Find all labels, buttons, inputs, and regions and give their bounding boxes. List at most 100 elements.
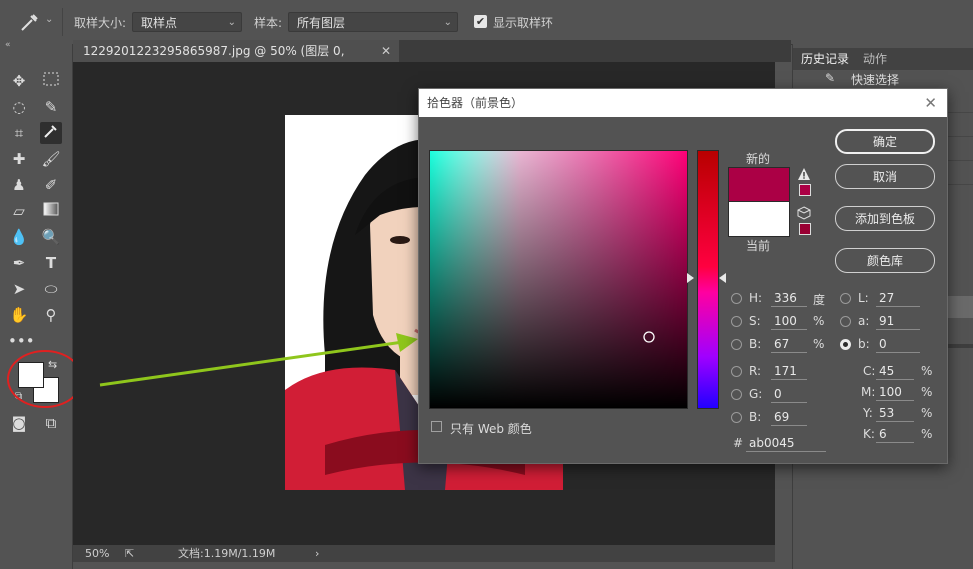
g-field[interactable]: 0 xyxy=(771,386,807,403)
options-bar: ⌄ 取样大小: 取样点 ⌄ 样本: 所有图层 ⌄ ✔ 显示取样环 xyxy=(0,0,973,45)
h-label: H: xyxy=(749,291,763,305)
chevron-right-icon[interactable]: › xyxy=(315,545,319,562)
status-bar: 50% ⇱ 文档:1.19M/1.19M › xyxy=(73,545,775,562)
y-label: Y: xyxy=(863,406,873,420)
g-label: G: xyxy=(749,387,763,401)
a-field[interactable]: 91 xyxy=(876,313,920,330)
document-tab-bar: 1229201223295865987.jpg @ 50% (图层 0, RGB… xyxy=(73,40,791,80)
g-radio[interactable] xyxy=(731,389,742,400)
brightness-radio[interactable] xyxy=(731,339,742,350)
gamut-color-swatch[interactable] xyxy=(799,184,811,196)
s-radio[interactable] xyxy=(731,316,742,327)
history-item[interactable]: ✎ 快速选择 xyxy=(793,70,973,88)
y-field[interactable]: 53 xyxy=(876,405,914,422)
gradient-tool-icon[interactable] xyxy=(40,200,62,222)
k-label: K: xyxy=(863,427,875,441)
quick-mask-icon[interactable]: ◙ xyxy=(8,412,30,434)
sample-label: 样本: xyxy=(254,16,283,30)
close-icon[interactable]: ✕ xyxy=(924,89,937,117)
a-radio[interactable] xyxy=(840,316,851,327)
current-color-swatch[interactable] xyxy=(728,201,790,237)
new-color-label: 新的 xyxy=(746,152,771,166)
close-icon[interactable]: ✕ xyxy=(381,40,391,62)
l-field[interactable]: 27 xyxy=(876,290,920,307)
h-field[interactable]: 336 xyxy=(771,290,807,307)
s-field[interactable]: 100 xyxy=(771,313,807,330)
quick-select-tool-icon[interactable]: ✎ xyxy=(40,96,62,118)
k-field[interactable]: 6 xyxy=(876,426,914,443)
stamp-tool-icon[interactable]: ♟ xyxy=(8,174,30,196)
web-color-swatch[interactable] xyxy=(799,223,811,235)
chevron-down-icon: ⌄ xyxy=(443,17,452,28)
blur-tool-icon[interactable]: 💧 xyxy=(8,226,30,248)
web-only-checkbox[interactable] xyxy=(431,421,442,432)
lab-b-radio[interactable] xyxy=(840,339,851,350)
a-label: a: xyxy=(858,314,870,328)
current-color-label: 当前 xyxy=(746,239,771,253)
eraser-tool-icon[interactable]: ▱ xyxy=(8,200,30,222)
brightness-label: B: xyxy=(749,337,762,351)
ellipse-tool-icon[interactable]: ⬭ xyxy=(40,278,62,300)
chevron-down-icon[interactable]: ⌄ xyxy=(45,14,53,25)
c-label: C: xyxy=(863,364,876,378)
chevron-down-icon: ⌄ xyxy=(227,17,236,28)
l-radio[interactable] xyxy=(840,293,851,304)
zoom-level[interactable]: 50% xyxy=(85,545,109,562)
lab-b-label: b: xyxy=(858,337,870,351)
color-libraries-button[interactable]: 颜色库 xyxy=(835,248,935,273)
brightness-unit: % xyxy=(813,337,825,351)
sample-size-dropdown[interactable]: 取样点 ⌄ xyxy=(132,12,242,32)
blue-field[interactable]: 69 xyxy=(771,409,807,426)
history-brush-tool-icon[interactable]: ✐ xyxy=(40,174,62,196)
hue-slider-handle-right[interactable] xyxy=(719,273,726,283)
c-field[interactable]: 45 xyxy=(876,363,914,380)
hex-field[interactable]: ab0045 xyxy=(746,435,826,452)
color-field[interactable] xyxy=(429,150,688,409)
y-unit: % xyxy=(921,406,933,420)
hand-tool-icon[interactable]: ✋ xyxy=(8,304,30,326)
lab-b-field[interactable]: 0 xyxy=(876,336,920,353)
hue-slider-handle-left[interactable] xyxy=(687,273,694,283)
move-tool-icon[interactable]: ✥ xyxy=(8,70,30,92)
lasso-tool-icon[interactable]: ◌ xyxy=(8,96,30,118)
more-tools-icon[interactable]: ••• xyxy=(8,330,35,352)
web-only-label: 只有 Web 颜色 xyxy=(450,422,532,436)
crop-tool-icon[interactable]: ⌗ xyxy=(8,122,30,144)
marquee-tool-icon[interactable] xyxy=(40,70,62,92)
dodge-tool-icon[interactable]: 🔍 xyxy=(40,226,62,248)
type-tool-icon[interactable]: T xyxy=(40,252,62,274)
cube-icon[interactable] xyxy=(797,206,811,220)
pen-tool-icon[interactable]: ✒ xyxy=(8,252,30,274)
document-tab[interactable]: 1229201223295865987.jpg @ 50% (图层 0, RGB… xyxy=(73,40,399,80)
path-select-tool-icon[interactable]: ➤ xyxy=(8,278,30,300)
add-to-swatches-button[interactable]: 添加到色板 xyxy=(835,206,935,231)
tab-actions[interactable]: 动作 xyxy=(863,50,887,68)
tab-history[interactable]: 历史记录 xyxy=(801,50,849,68)
s-unit: % xyxy=(813,314,825,328)
healing-tool-icon[interactable]: ✚ xyxy=(8,148,30,170)
blue-radio[interactable] xyxy=(731,412,742,423)
warning-icon[interactable] xyxy=(797,167,811,181)
share-icon[interactable]: ⇱ xyxy=(125,545,134,562)
brush-icon: ✎ xyxy=(825,71,836,85)
m-field[interactable]: 100 xyxy=(876,384,914,401)
eyedropper-tool-icon[interactable] xyxy=(40,122,62,144)
brush-tool-icon[interactable]: 🖌 xyxy=(40,148,62,170)
cancel-button[interactable]: 取消 xyxy=(835,164,935,189)
ok-button[interactable]: 确定 xyxy=(835,129,935,154)
collapse-icon[interactable]: « xyxy=(5,40,11,50)
zoom-tool-icon[interactable]: ⚲ xyxy=(40,304,62,326)
brightness-field[interactable]: 67 xyxy=(771,336,807,353)
sample-size-label: 取样大小: xyxy=(74,16,127,30)
k-unit: % xyxy=(921,427,933,441)
r-field[interactable]: 171 xyxy=(771,363,807,380)
h-radio[interactable] xyxy=(731,293,742,304)
show-ring-checkbox[interactable]: ✔ xyxy=(474,15,487,28)
toolbar: « ✥ ◌ ✎ ⌗ ✚ 🖌 ♟ ✐ ▱ 💧 🔍 ✒ T ➤ ⬭ ✋ ⚲ ••• … xyxy=(0,40,83,569)
sample-dropdown[interactable]: 所有图层 ⌄ xyxy=(288,12,458,32)
m-unit: % xyxy=(921,385,933,399)
eyedropper-icon[interactable] xyxy=(18,10,42,34)
screen-mode-icon[interactable]: ⧉ xyxy=(40,412,62,434)
hue-slider[interactable] xyxy=(697,150,719,409)
r-radio[interactable] xyxy=(731,366,742,377)
